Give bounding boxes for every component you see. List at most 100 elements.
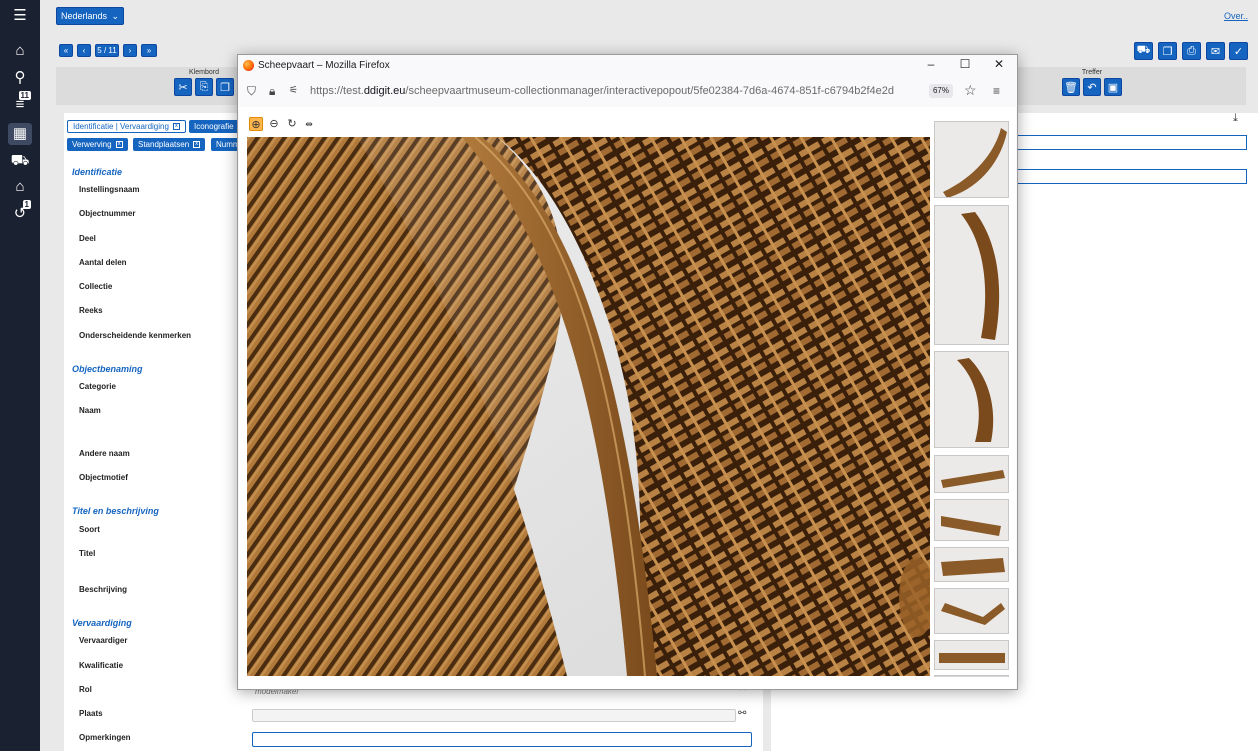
thumbnail-2[interactable] bbox=[934, 205, 1009, 345]
close-icon[interactable]: x bbox=[193, 141, 201, 148]
close-icon[interactable]: x bbox=[172, 123, 180, 130]
thumbnail-3[interactable] bbox=[934, 351, 1009, 448]
language-select[interactable]: Nederlands ⌄ bbox=[56, 7, 124, 25]
tab-identificatie[interactable]: Identificatie | Vervaardiging x bbox=[67, 120, 186, 133]
viewer-content: ⊕ ⊖ ↻ ⇹ bbox=[239, 107, 1016, 689]
firefox-logo-icon bbox=[243, 60, 254, 71]
maximize-icon[interactable]: ☐ bbox=[956, 57, 974, 71]
close-window-icon[interactable]: ✕ bbox=[990, 57, 1008, 71]
save-button[interactable]: ▣ bbox=[1104, 78, 1122, 96]
list-count-badge: 11 bbox=[18, 91, 31, 100]
close-icon[interactable]: x bbox=[115, 141, 123, 148]
copy-button[interactable]: ❐ bbox=[1158, 42, 1177, 60]
zoom-out-icon[interactable]: ⊖ bbox=[267, 117, 281, 131]
klembord-group: Klembord ✂ ⎘ ❐ bbox=[174, 69, 234, 96]
thumbnail-9[interactable] bbox=[934, 675, 1009, 677]
tab-iconografie[interactable]: Iconografie bbox=[189, 120, 239, 133]
tab-verwerving[interactable]: Verwerving x bbox=[67, 138, 128, 151]
paste-button[interactable]: ⎘ bbox=[195, 78, 213, 96]
label-soort: Soort bbox=[79, 525, 100, 534]
star-icon[interactable]: ☆ bbox=[964, 82, 977, 99]
search-icon[interactable]: ⚲ bbox=[0, 67, 40, 89]
export-button[interactable]: ✓ bbox=[1229, 42, 1248, 60]
label-plaats: Plaats bbox=[79, 709, 103, 718]
tab-label: Iconografie bbox=[194, 122, 234, 131]
url-path: /scheepvaartmuseum-collectionmanager/int… bbox=[405, 85, 895, 97]
history-icon[interactable]: ↺ 1 bbox=[0, 200, 40, 225]
section-vervaardiging: Vervaardiging bbox=[72, 618, 132, 628]
thumbnail-6[interactable] bbox=[934, 547, 1009, 582]
left-nav: ☰ ⌂ ⚲ ≡ 11 ▦ ⛟ ⌂ ↺ 1 bbox=[0, 0, 40, 751]
record-position: 5 / 11 bbox=[95, 44, 119, 57]
window-title: Scheepvaart – Mozilla Firefox bbox=[258, 60, 390, 71]
thumbnail-image bbox=[935, 641, 1008, 669]
cart-icon[interactable]: ⛟ bbox=[0, 150, 40, 172]
permissions-icon[interactable]: ⚟ bbox=[289, 85, 298, 96]
first-record-button[interactable]: « bbox=[59, 44, 73, 57]
label-rol: Rol bbox=[79, 685, 92, 694]
label-deel: Deel bbox=[79, 234, 96, 243]
treffer-group: Treffer 🗑 ↶ ▣ bbox=[1062, 69, 1122, 96]
label-collectie: Collectie bbox=[79, 282, 113, 291]
right-field-1[interactable] bbox=[1012, 135, 1247, 150]
label-objectnummer: Objectnummer bbox=[79, 209, 136, 218]
thumbnail-1[interactable] bbox=[934, 121, 1009, 198]
cut-button[interactable]: ✂ bbox=[174, 78, 192, 96]
home-alt-icon[interactable]: ⌂ bbox=[0, 176, 40, 198]
right-field-2[interactable] bbox=[1012, 169, 1247, 184]
tab-label: Standplaatsen bbox=[138, 140, 190, 149]
thumbnail-strip bbox=[934, 121, 1010, 677]
url-text[interactable]: https://test.ddigit.eu/scheepvaartmuseum… bbox=[310, 85, 894, 97]
shield-icon[interactable]: ⛉ bbox=[247, 84, 256, 99]
firefox-popup-window: Scheepvaart – Mozilla Firefox – ☐ ✕ ⛉ 🔒︎… bbox=[237, 54, 1018, 690]
label-objectmotief: Objectmotief bbox=[79, 473, 128, 482]
rotate-icon[interactable]: ↻ bbox=[285, 117, 299, 131]
label-aantal-delen: Aantal delen bbox=[79, 258, 127, 267]
ship-model-photo bbox=[247, 137, 930, 676]
opmerkingen-field[interactable] bbox=[252, 732, 752, 747]
main-image[interactable] bbox=[247, 137, 930, 676]
link-icon[interactable]: ⚯ bbox=[738, 708, 746, 719]
thumbnail-7[interactable] bbox=[934, 588, 1009, 634]
plaats-field[interactable] bbox=[252, 709, 736, 722]
label-andere-naam: Andere naam bbox=[79, 449, 130, 458]
thumbnail-image bbox=[935, 352, 1008, 447]
print-button[interactable]: ⎙ bbox=[1182, 42, 1201, 60]
grid-icon[interactable]: ▦ bbox=[8, 123, 32, 145]
copy-clip-button[interactable]: ❐ bbox=[216, 78, 234, 96]
section-objectbenaming: Objectbenaming bbox=[72, 364, 143, 374]
minimize-icon[interactable]: – bbox=[922, 57, 940, 71]
fit-width-icon[interactable]: ⇹ bbox=[302, 117, 316, 131]
zoom-in-icon[interactable]: ⊕ bbox=[249, 117, 263, 131]
thumbnail-4[interactable] bbox=[934, 455, 1009, 493]
download-icon[interactable]: ⤓ bbox=[1233, 112, 1238, 125]
section-identificatie: Identificatie bbox=[72, 167, 123, 177]
delete-button[interactable]: 🗑 bbox=[1062, 78, 1080, 96]
thumbnail-image bbox=[935, 456, 1008, 492]
zoom-level[interactable]: 67% bbox=[929, 84, 953, 98]
list-icon[interactable]: ≡ 11 bbox=[0, 91, 40, 116]
window-titlebar: Scheepvaart – Mozilla Firefox – ☐ ✕ bbox=[238, 55, 1017, 77]
label-naam: Naam bbox=[79, 406, 101, 415]
undo-button[interactable]: ↶ bbox=[1083, 78, 1101, 96]
thumbnail-8[interactable] bbox=[934, 640, 1009, 670]
label-vervaardiger: Vervaardiger bbox=[79, 636, 128, 645]
over-link[interactable]: Over.. bbox=[1224, 11, 1248, 21]
last-record-button[interactable]: » bbox=[141, 44, 157, 57]
tab-label: Verwerving bbox=[72, 140, 112, 149]
menu-icon[interactable]: ☰ bbox=[0, 5, 40, 27]
prev-record-button[interactable]: ‹ bbox=[77, 44, 91, 57]
tab-standplaatsen[interactable]: Standplaatsen x bbox=[133, 138, 206, 151]
history-count-badge: 1 bbox=[22, 200, 31, 209]
klembord-label: Klembord bbox=[189, 69, 219, 76]
lock-icon[interactable]: 🔒︎ bbox=[269, 84, 275, 99]
cart-add-button[interactable]: ⛟ bbox=[1134, 42, 1153, 60]
mail-button[interactable]: ✉ bbox=[1206, 42, 1225, 60]
url-prefix: https://test. bbox=[310, 85, 364, 97]
hamburger-icon[interactable]: ≡ bbox=[993, 84, 1000, 98]
tab-label: Identificatie | Vervaardiging bbox=[73, 122, 169, 131]
home-icon[interactable]: ⌂ bbox=[0, 40, 40, 62]
next-record-button[interactable]: › bbox=[123, 44, 137, 57]
thumbnail-image bbox=[935, 548, 1008, 581]
thumbnail-5[interactable] bbox=[934, 499, 1009, 541]
